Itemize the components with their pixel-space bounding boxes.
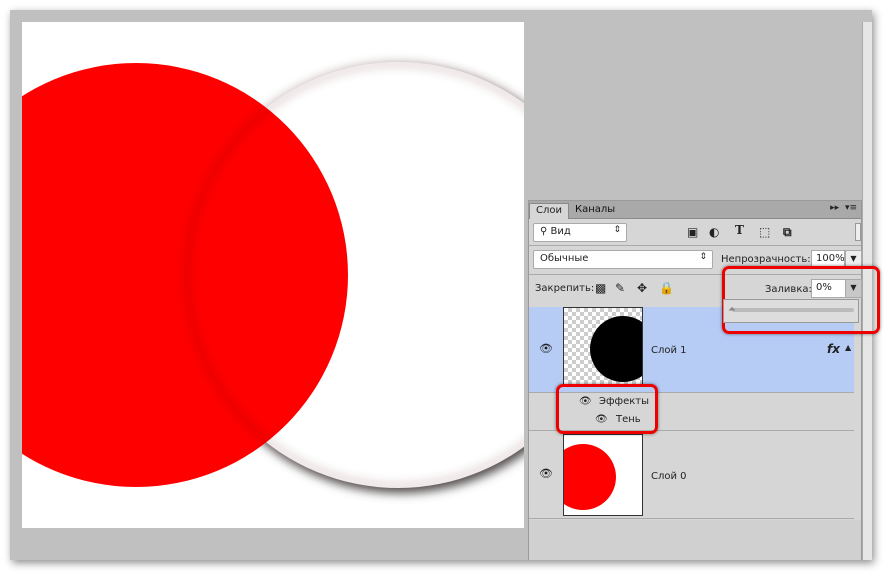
lock-transparent-icon[interactable]: ▩ xyxy=(595,281,606,295)
filter-toggle[interactable] xyxy=(855,223,861,241)
blend-mode-select[interactable]: Обычные ⇕ xyxy=(533,250,713,269)
layers-panel: Слои Каналы ▸▸ ▾≡ ⚲ Вид ⇕ ▣ ◐ T ⬚ ⧉ Обычн… xyxy=(528,200,862,560)
image-filter-icon[interactable]: ▣ xyxy=(687,225,698,239)
lock-icon[interactable]: 🔒 xyxy=(659,281,674,295)
effects-highlight xyxy=(556,384,658,434)
tab-layers[interactable]: Слои xyxy=(529,203,569,219)
fx-icon[interactable]: fx xyxy=(827,342,840,356)
layer-thumbnail xyxy=(563,307,643,387)
type-filter-icon[interactable]: T xyxy=(735,223,744,237)
opacity-label: Непрозрачность: xyxy=(721,254,811,265)
canvas-art xyxy=(22,62,524,493)
blend-value: Обычные xyxy=(540,253,589,264)
eye-icon[interactable]: 👁 xyxy=(539,467,553,480)
fill-slider-track[interactable] xyxy=(732,308,854,312)
empty-area xyxy=(529,520,861,560)
layer-name[interactable]: Слой 0 xyxy=(651,471,687,482)
lock-move-icon[interactable]: ✥ xyxy=(637,281,647,295)
layer-thumbnail xyxy=(563,434,643,516)
fill-slider-thumb[interactable]: ⏶ xyxy=(728,304,736,315)
document-canvas[interactable] xyxy=(22,22,524,528)
layer-name[interactable]: Слой 1 xyxy=(651,345,687,356)
collapse-button[interactable]: ▸▸ xyxy=(830,203,839,213)
lock-label: Закрепить: xyxy=(535,283,595,294)
smart-object-filter-icon[interactable]: ⧉ xyxy=(783,225,792,240)
adjustment-filter-icon[interactable]: ◐ xyxy=(709,225,719,239)
search-icon: ⚲ xyxy=(540,226,551,237)
expand-arrow-icon[interactable]: ▲ xyxy=(845,343,851,352)
updown-icon: ⇕ xyxy=(613,225,621,235)
fill-slider-popup: ⏶ xyxy=(723,299,859,323)
eye-icon[interactable]: 👁 xyxy=(539,342,553,355)
filter-select[interactable]: ⚲ Вид ⇕ xyxy=(533,223,627,242)
layer-row-0[interactable]: 👁 Слой 0 xyxy=(529,431,854,519)
tab-channels[interactable]: Каналы xyxy=(569,203,621,219)
panel-menu-button[interactable]: ▾≡ xyxy=(845,203,857,213)
filter-value: Вид xyxy=(550,226,571,237)
lock-brush-icon[interactable]: ✎ xyxy=(615,281,625,295)
updown-icon: ⇕ xyxy=(699,252,707,262)
shape-filter-icon[interactable]: ⬚ xyxy=(759,225,770,239)
